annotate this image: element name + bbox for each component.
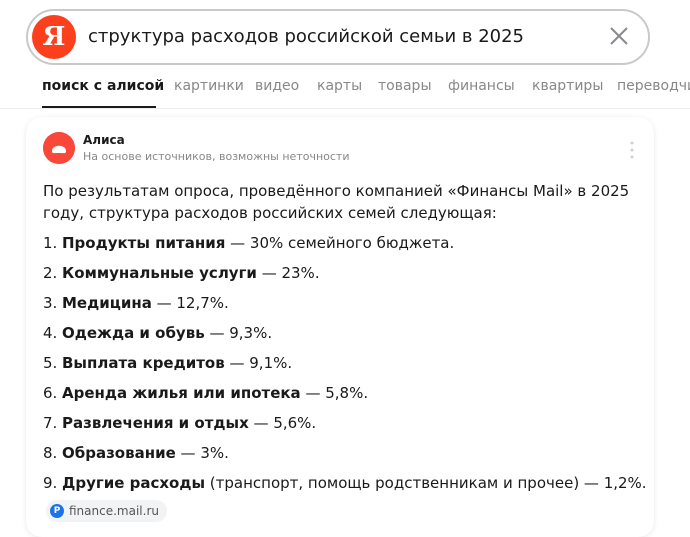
list-number: 2. [43,264,58,282]
list-number: 1. [43,234,58,252]
active-tab-indicator [42,106,156,108]
list-item: 7. Развлечения и отдых — 5,6%. [43,412,316,434]
list-value: — 5,8%. [300,384,369,402]
tab-apartments[interactable]: квартиры [532,78,603,94]
close-icon[interactable] [608,25,630,47]
list-value: — 23%. [256,264,320,282]
list-term: Образование [62,444,176,462]
list-term: Выплата кредитов [62,354,225,372]
list-term: Одежда и обувь [62,324,205,342]
list-term: Другие расходы [62,474,206,492]
list-item: 4. Одежда и обувь — 9,3%. [43,322,272,344]
list-term: Коммунальные услуги [62,264,257,282]
list-term: Развлечения и отдых [62,414,249,432]
tab-translator[interactable]: переводчик [617,78,690,94]
list-number: 4. [43,324,58,342]
list-item: 8. Образование — 3%. [43,442,229,464]
search-tabs: поиск с алисой картинки видео карты това… [0,68,690,109]
alice-disclaimer: На основе источников, возможны неточност… [83,150,350,163]
list-item: 6. Аренда жилья или ипотека — 5,8%. [43,382,368,404]
list-number: 3. [43,294,58,312]
list-term: Аренда жилья или ипотека [62,384,301,402]
search-bar[interactable]: Я структура расходов российской семьи в … [26,9,650,65]
tab-alice-search[interactable]: поиск с алисой [42,78,164,94]
yandex-logo-icon[interactable]: Я [32,15,76,59]
list-number: 7. [43,414,58,432]
list-item: 3. Медицина — 12,7%. [43,292,229,314]
source-label: finance.mail.ru [69,504,159,518]
list-value: — 12,7%. [151,294,229,312]
list-value: — 9,3%. [204,324,273,342]
list-value: — 30% семейного бюджета. [225,234,455,252]
finance-mail-favicon-icon: P [50,504,64,518]
list-item: 9. Другие расходы (транспорт, помощь родс… [43,472,647,494]
list-number: 5. [43,354,58,372]
answer-intro: По результатам опроса, проведённого комп… [43,182,630,222]
list-term: Медицина [62,294,152,312]
list-number: 6. [43,384,58,402]
alice-avatar-icon [43,132,75,164]
list-item: 2. Коммунальные услуги — 23%. [43,262,320,284]
source-link[interactable]: P finance.mail.ru [46,500,167,522]
tab-products[interactable]: товары [378,78,432,94]
list-value: — 3%. [175,444,229,462]
tab-images[interactable]: картинки [174,78,244,94]
list-value: — 9,1%. [224,354,293,372]
tab-video[interactable]: видео [255,78,299,94]
tab-finance[interactable]: финансы [448,78,515,94]
search-input[interactable]: структура расходов российской семьи в 20… [88,26,524,47]
list-item: 5. Выплата кредитов — 9,1%. [43,352,292,374]
list-value: (транспорт, помощь родственникам и проче… [205,474,647,492]
alice-name: Алиса [83,133,125,147]
list-number: 8. [43,444,58,462]
list-item: 1. Продукты питания — 30% семейного бюдже… [43,232,454,254]
more-options-icon[interactable] [630,141,634,159]
alice-answer-card: Алиса На основе источников, возможны нет… [26,117,654,537]
list-term: Продукты питания [62,234,226,252]
list-number: 9. [43,474,58,492]
list-value: — 5,6%. [248,414,317,432]
tab-maps[interactable]: карты [317,78,362,94]
